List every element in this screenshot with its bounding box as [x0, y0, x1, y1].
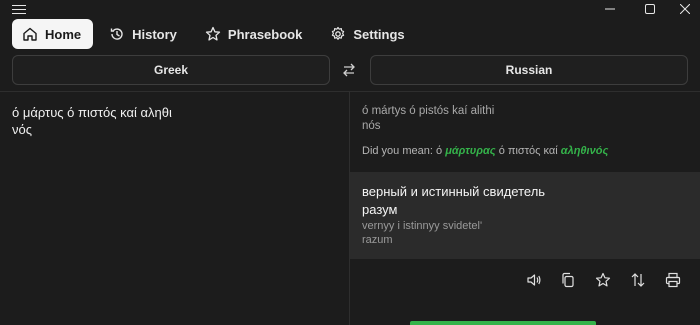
- swap-vertical-icon[interactable]: [628, 270, 648, 290]
- print-icon[interactable]: [663, 270, 683, 290]
- translation-translit-line: razum: [362, 234, 393, 246]
- translation-translit-line: vernyy i istinnyy svidetel': [362, 220, 483, 232]
- translation-result: верный и истинный свидетель разум vernyy…: [350, 172, 700, 259]
- tab-settings-label: Settings: [353, 26, 405, 42]
- nav-tabs: Home History Phrasebook Settings: [12, 19, 417, 49]
- did-you-mean-prefix: Did you mean:: [362, 145, 433, 157]
- minimize-icon[interactable]: [590, 0, 630, 18]
- swap-languages-icon[interactable]: [340, 61, 358, 79]
- source-text-line: ό μάρτυς ό πιστός καί αληθι: [12, 105, 172, 120]
- transliteration-line: ó mártys ó pistós kaí alithi: [362, 105, 495, 117]
- speaker-icon[interactable]: [524, 270, 544, 290]
- target-language-button[interactable]: Russian: [370, 55, 688, 85]
- source-language-button[interactable]: Greek: [12, 55, 330, 85]
- accent-bar: [410, 321, 596, 325]
- home-icon: [23, 27, 37, 41]
- source-transliteration: ó mártys ó pistós kaí alithi nós: [362, 104, 522, 134]
- tab-phrasebook-label: Phrasebook: [227, 26, 303, 42]
- title-bar: [0, 0, 700, 18]
- maximize-icon[interactable]: [630, 0, 670, 18]
- history-icon: [110, 28, 123, 40]
- tab-home-label: Home: [45, 26, 82, 42]
- translation-line: разум: [362, 202, 398, 217]
- translation-line: верный и истинный свидетель: [362, 184, 546, 199]
- star-icon: [205, 26, 221, 41]
- gear-icon: [332, 26, 345, 40]
- source-text-line: νός: [12, 122, 32, 137]
- tab-history-label: History: [132, 26, 177, 42]
- tab-home[interactable]: Home: [12, 19, 94, 49]
- tab-phrasebook[interactable]: Phrasebook: [195, 19, 314, 49]
- suggestion-correction: αληθινός: [560, 145, 609, 157]
- translation-text: верный и истинный свидетель разум: [362, 183, 562, 219]
- transliteration-line: nós: [362, 120, 381, 132]
- source-text-input[interactable]: ό μάρτυς ό πιστός καί αληθι νός: [12, 104, 182, 138]
- suggestion-word: ό πιστός καί: [498, 145, 558, 157]
- translation-transliteration: vernyy i istinnyy svidetel' razum: [362, 219, 562, 247]
- hamburger-menu-icon[interactable]: [12, 2, 26, 16]
- star-icon[interactable]: [593, 270, 613, 290]
- copy-icon[interactable]: [558, 270, 578, 290]
- tab-history[interactable]: History: [99, 19, 189, 49]
- suggestion-word: ό: [436, 145, 443, 157]
- suggestion-correction: μάρτυρας: [445, 145, 496, 157]
- divider: [0, 91, 700, 92]
- language-row: Greek Russian: [12, 55, 688, 85]
- close-icon[interactable]: [670, 0, 700, 18]
- tab-settings[interactable]: Settings: [320, 19, 416, 49]
- did-you-mean[interactable]: Did you mean: ό μάρτυρας ό πιστός καί αλ…: [362, 145, 608, 157]
